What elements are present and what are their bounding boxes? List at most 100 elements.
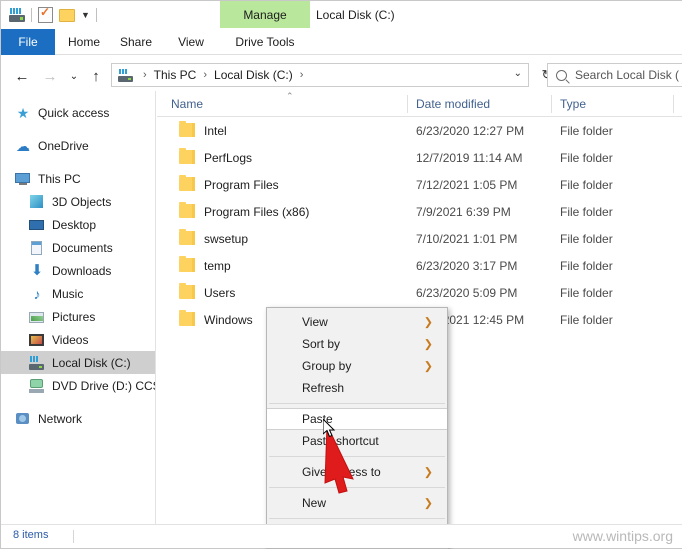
3d-objects-icon [29,194,45,210]
breadcrumb-separator-2: › [299,69,304,81]
table-row[interactable]: Users 6/23/2020 5:09 PM File folder [157,279,682,306]
sidebar-item-label: Local Disk (C:) [52,355,131,370]
menu-item-paste[interactable]: Paste [267,408,447,430]
nav-gap-2 [1,157,155,167]
sidebar-item-network[interactable]: Network [1,407,155,430]
file-type: File folder [560,123,613,138]
table-row[interactable]: Program Files 7/12/2021 1:05 PM File fol… [157,171,682,198]
contextual-tab-header[interactable]: Manage [220,1,310,28]
menu-item-view[interactable]: View ❯ [267,311,447,333]
search-placeholder: Search Local Disk ( [575,68,680,82]
folder-icon [179,283,195,299]
ribbon-tab-strip: File Home Share View Drive Tools [1,29,682,55]
sidebar-item-3d-objects[interactable]: 3D Objects [1,190,155,213]
table-row[interactable]: Intel 6/23/2020 12:27 PM File folder [157,117,682,144]
drive-icon[interactable] [9,8,25,22]
navigation-pane[interactable]: ★ Quick access ☁ OneDrive This PC 3D Obj… [1,91,156,526]
breadcrumb-separator-0: › [143,69,147,81]
file-date-modified: 6/23/2020 12:27 PM [416,123,525,138]
breadcrumb-item-this-pc[interactable]: This PC [153,68,198,82]
sidebar-item-label: OneDrive [38,138,89,153]
column-divider-3[interactable] [673,95,674,113]
tab-home[interactable]: Home [59,29,109,55]
back-button[interactable]: ← [11,65,33,87]
new-folder-icon[interactable] [59,8,75,22]
file-date-modified: 7/10/2021 1:01 PM [416,231,518,246]
videos-icon [29,332,45,348]
menu-item-paste-shortcut[interactable]: Paste shortcut [267,430,447,452]
sidebar-item-desktop[interactable]: Desktop [1,213,155,236]
recent-locations-chevron-icon[interactable]: ⌄ [63,65,85,87]
nav-gap-1 [1,124,155,134]
up-button[interactable]: ↑ [85,65,107,87]
status-divider [73,530,74,543]
column-divider-1[interactable] [407,95,408,113]
sidebar-item-label: 3D Objects [52,194,112,209]
tab-file[interactable]: File [1,29,55,55]
file-name: Intel [204,123,227,138]
table-row[interactable]: Program Files (x86) 7/9/2021 6:39 PM Fil… [157,198,682,225]
file-name: swsetup [204,231,249,246]
sidebar-item-onedrive[interactable]: ☁ OneDrive [1,134,155,157]
sidebar-item-label: Pictures [52,309,96,324]
table-row[interactable]: temp 6/23/2020 3:17 PM File folder [157,252,682,279]
downloads-icon: ⬇ [30,261,44,279]
sidebar-item-label: Documents [52,240,113,255]
customize-chevron-icon[interactable]: ▼ [81,10,90,20]
search-icon [556,69,567,81]
file-date-modified: 7/12/2021 1:05 PM [416,177,518,192]
item-count: 8 items [13,529,49,541]
menu-item-refresh[interactable]: Refresh [267,377,447,399]
menu-item-new[interactable]: New ❯ [267,492,447,514]
sidebar-item-quick-access[interactable]: ★ Quick access [1,101,155,124]
sidebar-item-documents[interactable]: Documents [1,236,155,259]
column-header-date-modified[interactable]: Date modified [416,91,490,117]
column-header-type[interactable]: Type [560,91,586,117]
file-type: File folder [560,285,613,300]
sidebar-item-this-pc[interactable]: This PC [1,167,155,190]
sort-ascending-caret-icon: ⌃ [286,91,294,101]
menu-separator-4 [269,518,445,519]
breadcrumb[interactable]: › This PC › Local Disk (C:) › ⌄ [111,63,529,87]
menu-item-label: Sort by [302,337,341,351]
menu-item-sort-by[interactable]: Sort by ❯ [267,333,447,355]
sidebar-item-dvd-drive-d[interactable]: DVD Drive (D:) CCSA [1,374,155,397]
forward-button[interactable]: → [39,65,61,87]
breadcrumb-item-local-disk[interactable]: Local Disk (C:) [213,68,294,82]
menu-item-label: New [302,496,327,510]
menu-separator-2 [269,456,445,457]
tab-share[interactable]: Share [111,29,161,55]
table-row[interactable]: PerfLogs 12/7/2019 11:14 AM File folder [157,144,682,171]
file-type: File folder [560,150,613,165]
sidebar-item-label: Music [52,286,84,301]
menu-item-give-access-to[interactable]: Give access to ❯ [267,461,447,483]
sidebar-item-local-disk-c[interactable]: Local Disk (C:) [1,351,155,374]
sidebar-item-videos[interactable]: Videos [1,328,155,351]
sidebar-item-pictures[interactable]: Pictures [1,305,155,328]
file-name: Program Files (x86) [204,204,310,219]
column-header-name[interactable]: Name [171,91,203,117]
search-input[interactable]: Search Local Disk ( [547,63,682,87]
column-header-row: Name ⌃ Date modified Type [157,91,682,117]
tab-view[interactable]: View [166,29,216,55]
sidebar-item-label: Downloads [52,263,112,278]
file-type: File folder [560,204,613,219]
file-explorer-window: ▼ Manage Local Disk (C:) File Home Share… [0,0,682,549]
sidebar-item-label: Quick access [38,105,110,120]
properties-doc-icon[interactable] [38,5,53,23]
chevron-right-icon: ❯ [423,338,433,351]
sidebar-item-label: Desktop [52,217,97,232]
table-row[interactable]: swsetup 7/10/2021 1:01 PM File folder [157,225,682,252]
dvd-icon [29,378,45,394]
breadcrumb-drive-icon [118,68,133,82]
breadcrumb-dropdown-icon[interactable]: ⌄ [514,68,522,79]
file-date-modified: 12/7/2019 11:14 AM [416,150,523,165]
sidebar-item-music[interactable]: ♪ Music [1,282,155,305]
context-menu[interactable]: View ❯ Sort by ❯ Group by ❯ Refresh Past… [266,307,448,549]
menu-item-group-by[interactable]: Group by ❯ [267,355,447,377]
sidebar-item-downloads[interactable]: ⬇ Downloads [1,259,155,282]
sidebar-item-label: DVD Drive (D:) CCSA [52,378,155,393]
menu-item-label: View [302,315,328,329]
column-divider-2[interactable] [551,95,552,113]
tab-drive-tools[interactable]: Drive Tools [220,29,310,55]
